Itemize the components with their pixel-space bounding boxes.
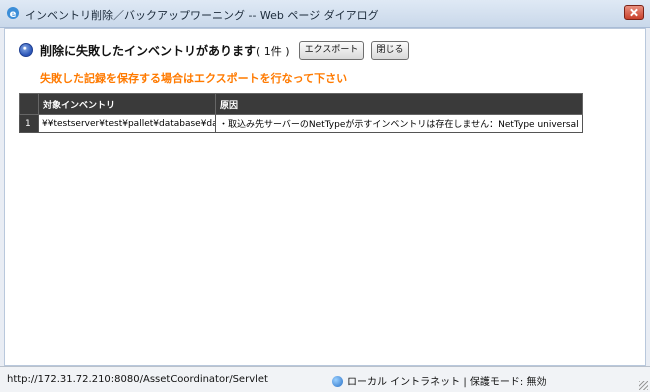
window-title: インベントリ削除／バックアップワーニング -- Web ページ ダイアログ [25,9,379,22]
reason-cell: ・取込み先サーバーのNetTypeが示すインベントリは存在しません：NetTyp… [215,114,583,133]
zone-text: ローカル イントラネット | 保護モード: 無効 [347,377,547,388]
error-heading: 削除に失敗したインベントリがあります( 1件 ) [40,42,290,59]
target-cell: ¥¥testserver¥test¥pallet¥database¥data1 [38,114,216,133]
table-row: 1 ¥¥testserver¥test¥pallet¥database¥data… [19,114,583,133]
svg-text:e: e [10,9,17,20]
resize-grip-icon[interactable] [639,381,648,390]
column-header-number [19,93,39,115]
ie-icon: e [7,7,19,20]
title-bar: e インベントリ削除／バックアップワーニング -- Web ページ ダイアログ [0,0,650,28]
security-zone: ローカル イントラネット | 保護モード: 無効 [332,373,546,388]
status-url: http://172.31.72.210:8080/AssetCoordinat… [7,374,268,385]
column-header-reason: 原因 [215,93,583,115]
export-button[interactable]: エクスポート [299,41,364,60]
close-window-button[interactable] [624,5,644,20]
close-button[interactable]: 閉じる [371,41,409,60]
heading-text: 削除に失敗したインベントリがあります [40,44,257,58]
info-bullet-icon [19,43,33,57]
failed-inventory-table: 対象インベントリ 原因 1 ¥¥testserver¥test¥pallet¥d… [19,93,583,133]
column-header-target: 対象インベントリ [38,93,216,115]
dialog-content: 削除に失敗したインベントリがあります( 1件 ) エクスポート 閉じる 失敗した… [4,28,646,366]
globe-icon [332,376,343,387]
row-number: 1 [19,114,39,133]
status-bar: http://172.31.72.210:8080/AssetCoordinat… [0,366,650,392]
table-header-row: 対象インベントリ 原因 [19,93,583,115]
warning-text: 失敗した記録を保存する場合はエクスポートを行なって下さい [40,72,348,85]
failure-count: ( 1件 ) [256,45,290,58]
